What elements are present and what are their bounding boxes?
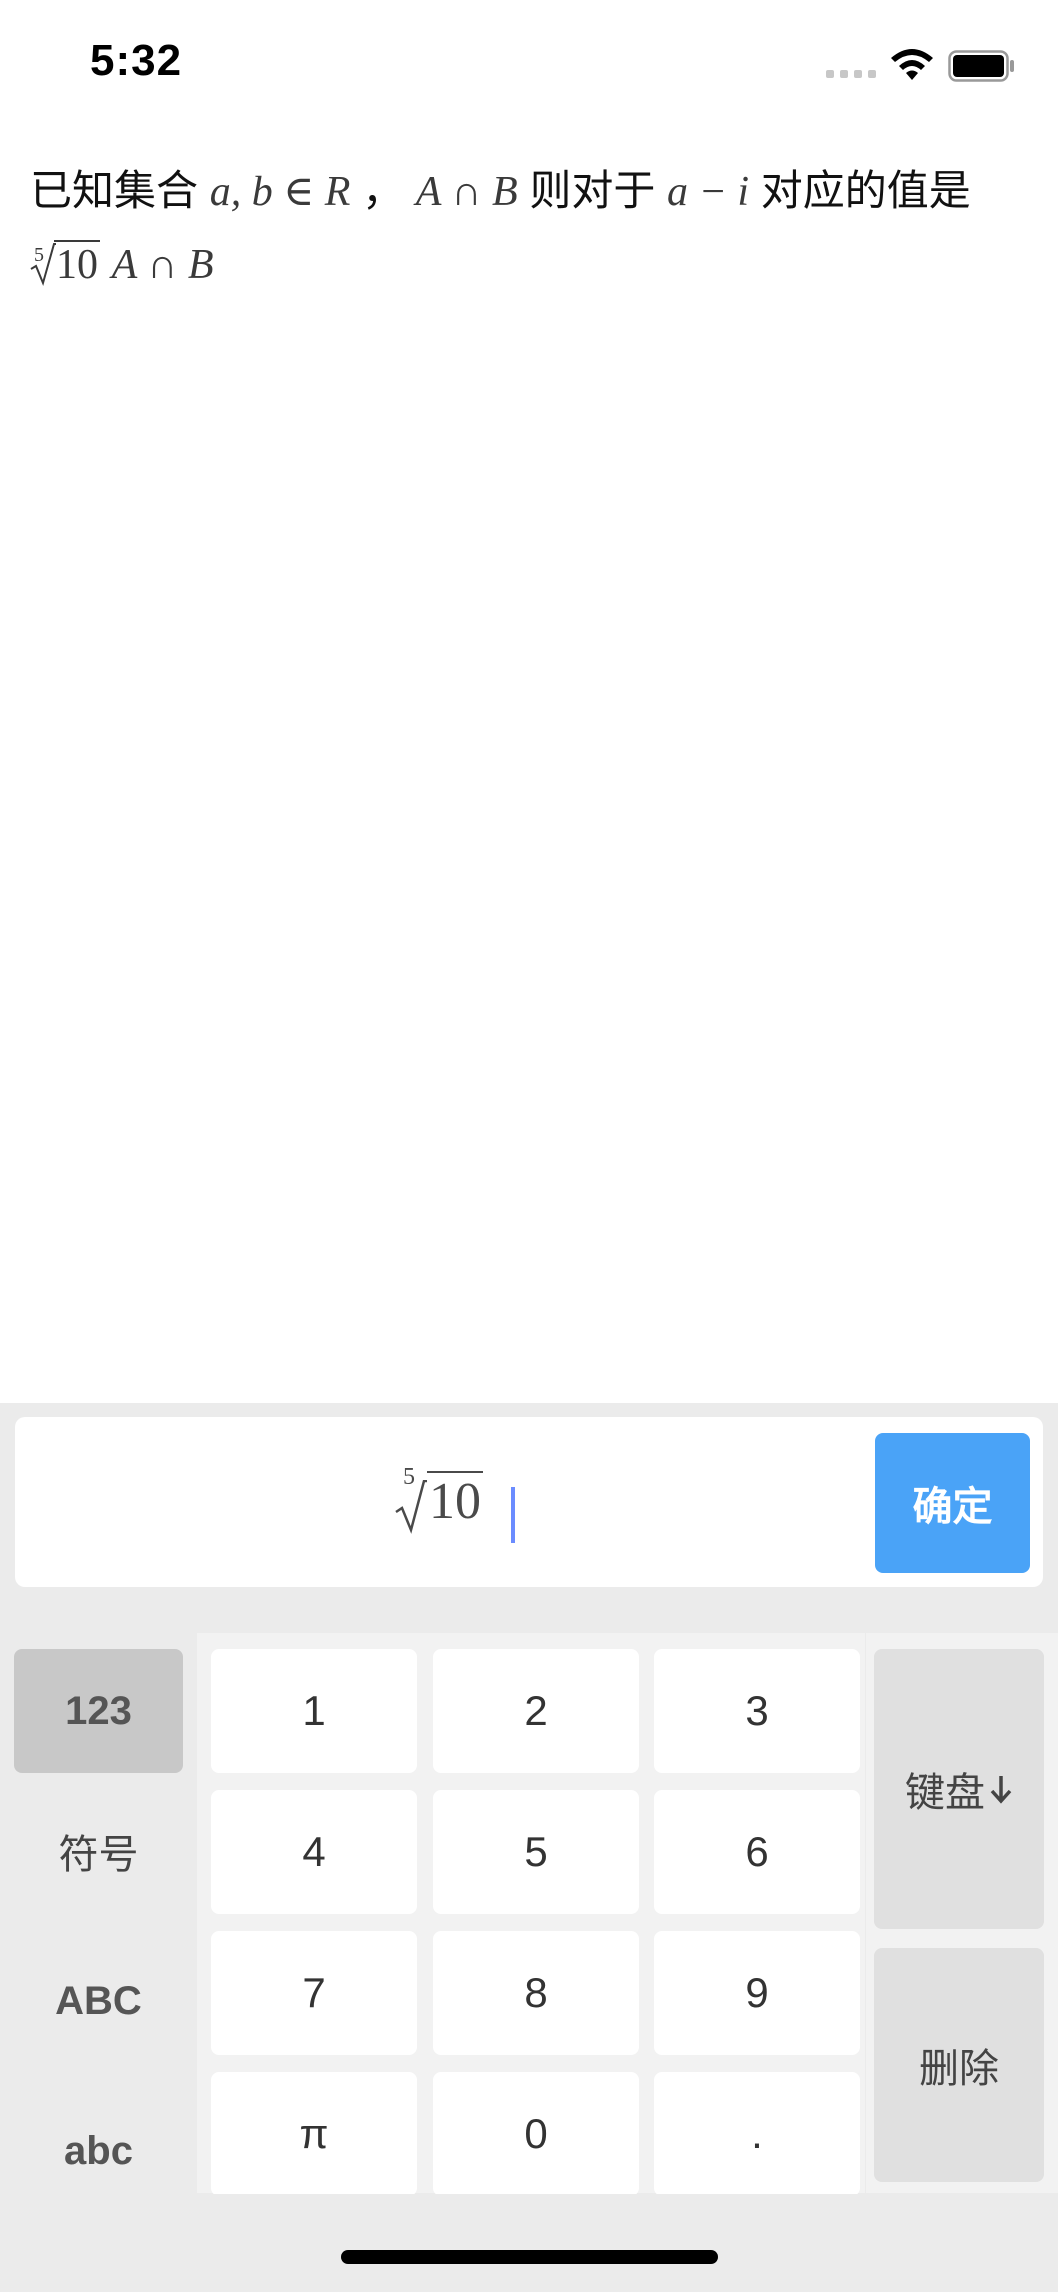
confirm-button[interactable]: 确定: [875, 1433, 1030, 1573]
radical-sign-icon: [30, 243, 56, 287]
key-7[interactable]: 7: [211, 1931, 417, 2055]
question-text-part: 已知集合: [30, 166, 199, 215]
question-text-part: ，: [362, 166, 405, 215]
arrow-down-icon: [990, 1776, 1012, 1804]
hide-keyboard-label: 键盘: [905, 1770, 985, 1816]
home-indicator[interactable]: [341, 2250, 718, 2264]
wifi-icon: [891, 49, 933, 80]
math-expression: A ∩ B: [415, 169, 518, 215]
number-keypad: 1 2 3 4 5 6 7 8 9 π 0 .: [197, 1633, 865, 2196]
question-text: 已知集合 a, b ∈ R ， A ∩ B 则对于 a − i 对应的值是 5 …: [30, 155, 1030, 301]
mode-uppercase-button[interactable]: ABC: [14, 1939, 183, 2063]
key-4[interactable]: 4: [211, 1790, 417, 1914]
key-0[interactable]: 0: [433, 2072, 639, 2196]
key-2[interactable]: 2: [433, 1649, 639, 1773]
root-expression: 5 10: [30, 229, 100, 301]
question-text-part: 则对于: [529, 166, 656, 215]
math-expression: a − i: [667, 169, 750, 215]
text-caret: [511, 1487, 515, 1543]
radical-sign-icon: [395, 1480, 427, 1534]
status-bar: 5:32: [0, 0, 1058, 130]
delete-button[interactable]: 删除: [874, 1948, 1044, 2182]
cellular-signal-icon: [826, 70, 876, 78]
math-expression: a, b ∈ R: [209, 169, 351, 215]
mode-symbols-button[interactable]: 符号: [14, 1789, 183, 1913]
key-decimal-point[interactable]: .: [654, 2072, 860, 2196]
question-text-part: 对应的值是: [760, 166, 971, 215]
battery-icon: [948, 50, 1014, 82]
root-radicand: 10: [427, 1471, 483, 1530]
keyboard-mode-column: 123 符号 ABC abc: [0, 1633, 197, 2193]
hide-keyboard-button[interactable]: 键盘: [874, 1649, 1044, 1929]
key-8[interactable]: 8: [433, 1931, 639, 2055]
mode-123-button[interactable]: 123: [14, 1649, 183, 1773]
keyboard-action-column: 键盘 删除: [866, 1633, 1058, 2193]
key-pi[interactable]: π: [211, 2072, 417, 2196]
key-5[interactable]: 5: [433, 1790, 639, 1914]
status-time: 5:32: [90, 36, 183, 85]
key-1[interactable]: 1: [211, 1649, 417, 1773]
home-indicator-area: [0, 2194, 1058, 2292]
key-6[interactable]: 6: [654, 1790, 860, 1914]
math-expression: A ∩ B: [111, 242, 214, 288]
root-expression: 5 10: [395, 1464, 483, 1534]
root-radicand: 10: [54, 240, 100, 288]
key-3[interactable]: 3: [654, 1649, 860, 1773]
formula-display: 5 10: [395, 1464, 483, 1542]
key-9[interactable]: 9: [654, 1931, 860, 2055]
math-keyboard-panel: 5 10 确定 123 符号 ABC abc 1 2 3 4 5 6 7 8 9…: [0, 1403, 1058, 2292]
